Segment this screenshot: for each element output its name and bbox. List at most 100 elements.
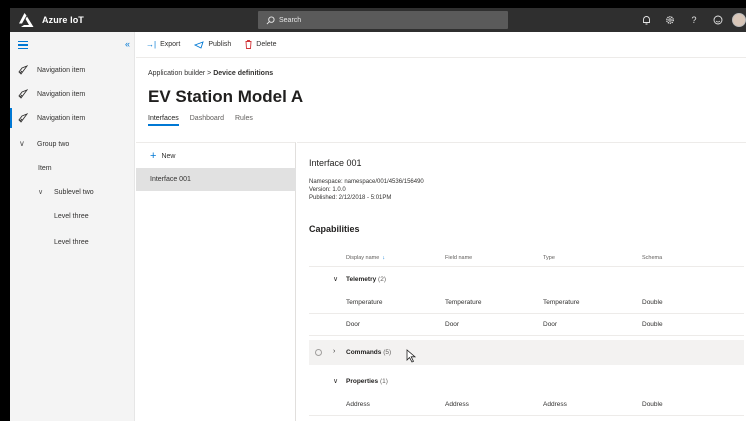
nav-item-2[interactable]: Navigation item: [10, 82, 134, 106]
bell-icon[interactable]: [634, 8, 658, 32]
cell-type: Temperature: [543, 299, 580, 306]
chevron-right-icon: ›: [333, 348, 336, 355]
column-header-type[interactable]: Type: [543, 255, 555, 261]
collapse-chevron-icon[interactable]: «: [125, 39, 130, 49]
capabilities-heading: Capabilities: [309, 224, 360, 234]
breadcrumb: Application builder > Device definitions: [148, 70, 273, 77]
group-row-properties[interactable]: ∨ Properties (1): [309, 369, 744, 394]
new-button[interactable]: + New: [150, 151, 175, 162]
avatar[interactable]: [732, 13, 746, 27]
table-row[interactable]: Address Address Address Double: [309, 394, 744, 416]
nav-group-label: Group two: [37, 140, 70, 148]
group-label: Properties (1): [346, 378, 388, 385]
publish-icon: [194, 40, 205, 49]
table-header: Display name ↓ Field name Type Schema: [309, 247, 744, 267]
export-icon: →|: [146, 40, 157, 49]
interface-detail-pane: Interface 001 Namespace: namespace/001/4…: [297, 142, 746, 421]
column-header-field-name[interactable]: Field name: [445, 255, 472, 261]
azure-logo-icon: [19, 13, 34, 27]
app-window: Azure IoT Search ? « Navigation item Nav…: [10, 8, 746, 421]
brand[interactable]: Azure IoT: [18, 8, 84, 32]
gear-icon[interactable]: [658, 8, 682, 32]
chevron-down-icon: ∨: [333, 276, 339, 283]
tab-rules[interactable]: Rules: [235, 115, 253, 126]
breadcrumb-current: Device definitions: [213, 70, 274, 77]
version-text: Version: 1.0.0: [309, 187, 346, 193]
search-box[interactable]: Search: [258, 11, 508, 29]
sort-arrow-icon: ↓: [382, 255, 386, 261]
publish-button[interactable]: Publish: [194, 40, 232, 49]
cell-field-name: Door: [445, 321, 460, 328]
cell-schema: Double: [642, 321, 663, 328]
cell-field-name: Temperature: [445, 299, 482, 306]
table-row[interactable]: Temperature Temperature Temperature Doub…: [309, 292, 744, 314]
nav-sub-label: Item: [38, 164, 52, 172]
nav-level-three-1[interactable]: Level three: [10, 204, 134, 228]
breadcrumb-parent[interactable]: Application builder: [148, 70, 205, 77]
cell-schema: Double: [642, 299, 663, 306]
nav-item-1[interactable]: Navigation item: [10, 58, 134, 82]
delete-label: Delete: [256, 41, 277, 48]
cell-schema: Double: [642, 401, 663, 408]
column-header-schema[interactable]: Schema: [642, 255, 662, 261]
rocket-icon: [18, 65, 28, 75]
capabilities-table: Display name ↓ Field name Type Schema ∨ T…: [309, 247, 744, 416]
help-icon[interactable]: ?: [682, 8, 706, 32]
left-nav: « Navigation item Navigation item Naviga…: [10, 32, 135, 421]
tab-dashboard[interactable]: Dashboard: [190, 115, 224, 126]
chevron-down-icon: ∨: [38, 189, 44, 196]
hamburger-icon[interactable]: [18, 41, 28, 49]
tab-interfaces[interactable]: Interfaces: [148, 115, 179, 126]
export-button[interactable]: →| Export: [146, 40, 180, 49]
cell-display-name: Door: [346, 321, 361, 328]
smiley-icon[interactable]: [706, 8, 730, 32]
column-header-display-name[interactable]: Display name ↓: [346, 255, 385, 261]
group-row-commands[interactable]: › Commands (5): [309, 340, 744, 365]
nav-item-3[interactable]: Navigation item: [10, 106, 134, 130]
cell-field-name: Address: [445, 401, 469, 408]
nav-sublevel-two[interactable]: ∨ Sublevel two: [10, 180, 134, 204]
search-icon: [266, 15, 275, 24]
selected-indicator: [10, 108, 12, 128]
group-label: Telemetry (2): [346, 276, 386, 283]
group-label: Commands (5): [346, 349, 392, 356]
list-item-interface[interactable]: Interface 001: [136, 168, 296, 191]
mouse-cursor-icon: [406, 349, 417, 363]
rocket-icon: [18, 113, 28, 123]
plus-icon: +: [150, 150, 157, 162]
delete-button[interactable]: Delete: [245, 40, 277, 49]
command-bar: →| Export Publish Delete: [136, 32, 746, 58]
page-title: EV Station Model A: [148, 87, 304, 106]
interface-title: Interface 001: [309, 158, 362, 168]
top-icons: ?: [634, 8, 746, 32]
new-label: New: [161, 153, 176, 160]
brand-name: Azure IoT: [42, 15, 84, 25]
nav-group-two[interactable]: ∨ Group two: [10, 132, 134, 156]
interface-list-pane: + New Interface 001: [136, 142, 296, 421]
cell-type: Door: [543, 321, 558, 328]
nav-sub-label: Level three: [54, 212, 89, 220]
trash-icon: [245, 40, 252, 49]
search-placeholder: Search: [279, 16, 302, 24]
export-label: Export: [160, 41, 181, 48]
namespace-text: Namespace: namespace/001/4536/156490: [309, 179, 424, 185]
nav-sub-label: Level three: [54, 238, 89, 246]
nav-sub-label: Sublevel two: [54, 188, 94, 196]
nav-level-three-2[interactable]: Level three: [10, 230, 134, 254]
table-row[interactable]: Door Door Door Double: [309, 314, 744, 336]
chevron-down-icon: ∨: [19, 139, 25, 148]
nav-header: «: [10, 32, 134, 58]
rocket-icon: [18, 89, 28, 99]
cell-type: Address: [543, 401, 567, 408]
tab-bar: Interfaces Dashboard Rules: [148, 115, 253, 126]
published-text: Published: 2/12/2018 - 5:01PM: [309, 195, 392, 201]
publish-label: Publish: [208, 41, 232, 48]
cell-display-name: Address: [346, 401, 370, 408]
cell-display-name: Temperature: [346, 299, 383, 306]
nav-item-item[interactable]: Item: [10, 156, 134, 180]
top-bar: Azure IoT Search ?: [10, 8, 746, 32]
group-row-telemetry[interactable]: ∨ Telemetry (2): [309, 267, 744, 292]
nav-item-label: Navigation item: [37, 90, 86, 98]
chevron-down-icon: ∨: [333, 378, 339, 385]
row-select-radio[interactable]: [315, 349, 322, 356]
